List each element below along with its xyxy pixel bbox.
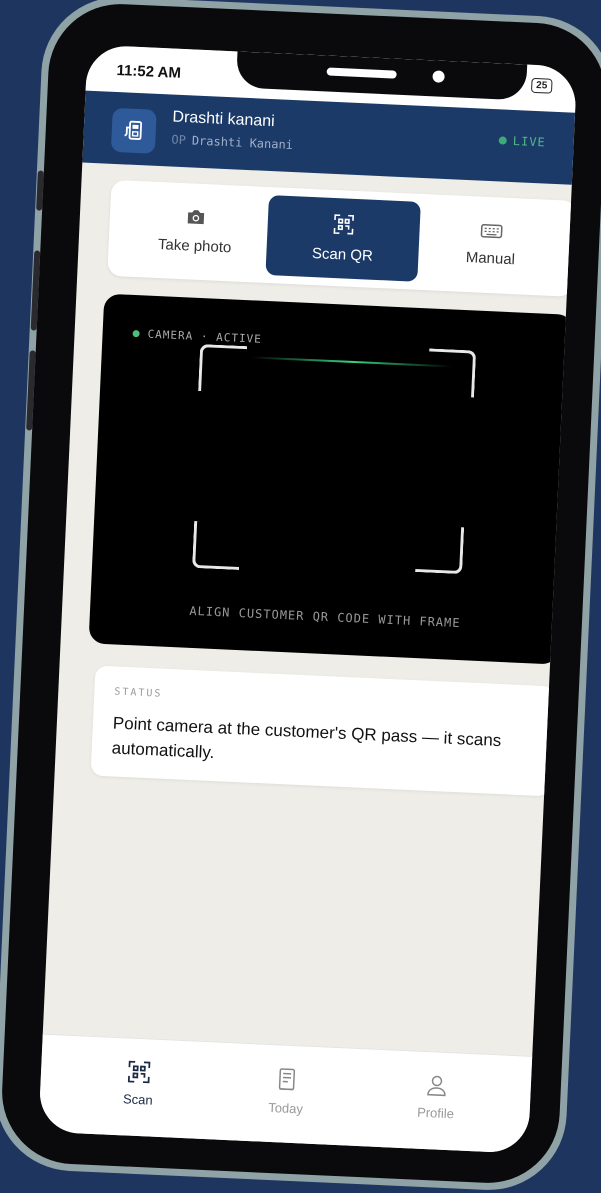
phone-body: 11:52 AM ▮▮ 25 Drashti kanani [0,0,601,1187]
status-time: 11:52 AM [116,61,182,82]
frame-corner-top-left [198,344,248,394]
op-prefix: OP [171,132,187,148]
user-name: Drashti kanani [172,108,276,131]
phone-frame: 11:52 AM ▮▮ 25 Drashti kanani [0,0,601,1193]
live-badge: LIVE [498,133,547,150]
person-icon [425,1074,448,1100]
nav-label: Scan [122,1091,154,1108]
bottom-navigation: Scan Today Profile [38,1033,533,1154]
camera-instruction: ALIGN CUSTOMER QR CODE WITH FRAME [189,603,461,631]
frame-corner-bottom-right [415,525,465,575]
tab-scan-qr[interactable]: Scan QR [265,195,421,282]
qr-code-icon [333,213,355,238]
app-screen: 11:52 AM ▮▮ 25 Drashti kanani [38,44,578,1154]
scan-line [251,356,452,368]
operator-line: OP Drashti Kanani [171,133,293,153]
camera-viewfinder[interactable]: CAMERA · ACTIVE ALIGN CUSTOMER QR CODE W… [88,293,574,665]
tab-label: Manual [465,248,516,268]
tab-take-photo[interactable]: Take photo [118,188,273,275]
frame-corner-top-right [427,348,477,398]
tab-manual[interactable]: Manual [413,202,568,289]
front-camera [432,70,445,83]
side-button [26,350,36,431]
live-label: LIVE [512,134,547,150]
nav-item-today[interactable]: Today [225,1065,347,1118]
tab-label: Scan QR [311,244,374,265]
side-button [36,170,44,211]
status-card: STATUS Point camera at the customer's QR… [90,665,556,797]
nav-label: Today [267,1099,304,1117]
fuel-pump-icon [110,107,157,154]
keyboard-icon [480,223,503,242]
camera-label-text: CAMERA · ACTIVE [147,327,263,346]
camera-icon [185,208,206,230]
camera-active-dot-icon [132,329,140,338]
camera-status-label: CAMERA · ACTIVE [132,327,262,346]
status-message: Point camera at the customer's QR pass —… [111,713,502,763]
tab-label: Take photo [157,236,232,257]
side-button [30,250,41,331]
nav-label: Profile [416,1104,455,1122]
nav-item-profile[interactable]: Profile [375,1072,497,1123]
capture-mode-tabs: Take photo Scan QR Manual [107,179,578,297]
operator-name: Drashti Kanani [191,133,294,153]
notch [235,51,528,101]
speaker [326,67,397,79]
battery-icon: 25 [530,77,553,94]
frame-corner-bottom-left [192,520,242,571]
status-label: STATUS [114,686,163,700]
receipt-icon [276,1067,297,1095]
qr-code-icon [127,1060,151,1087]
nav-item-scan[interactable]: Scan [78,1058,200,1109]
live-dot-icon [498,136,508,145]
